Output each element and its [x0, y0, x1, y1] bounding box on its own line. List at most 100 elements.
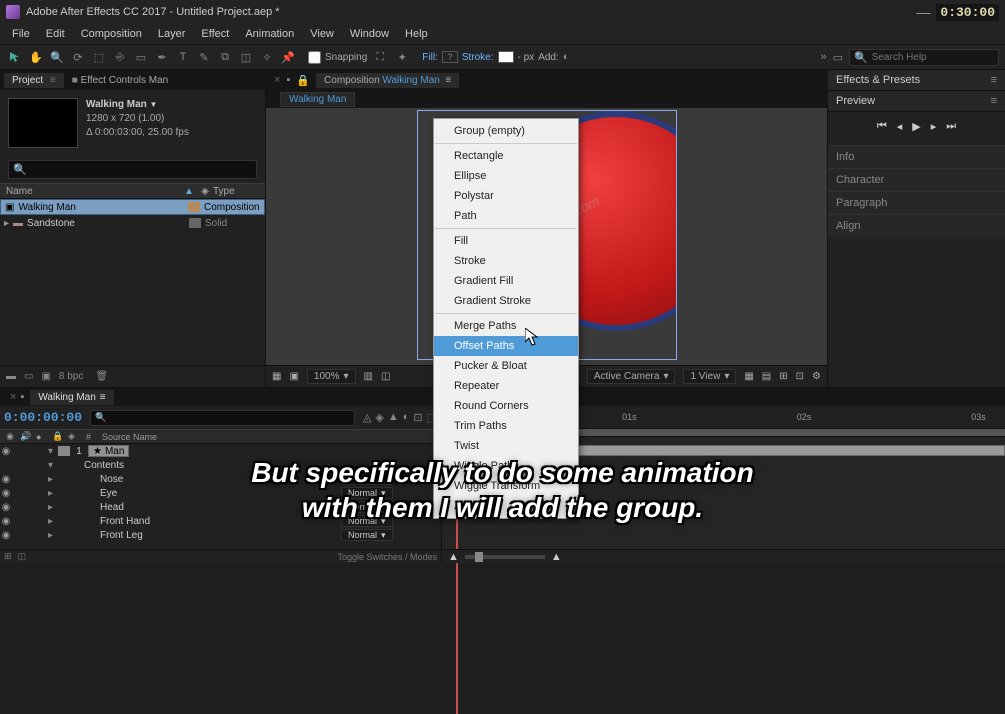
blend-mode-dropdown[interactable]: Normal▾: [341, 529, 393, 541]
project-item-comp[interactable]: ▣ Walking Man Composition: [0, 199, 265, 215]
zoom-dropdown[interactable]: 100%▾: [307, 369, 356, 384]
blend-mode-dropdown[interactable]: Normal▾: [341, 487, 393, 499]
interpret-icon[interactable]: ▬: [6, 371, 16, 382]
cm-twist[interactable]: Twist: [434, 436, 578, 456]
head-row[interactable]: ◉▸HeadNormal▾: [0, 500, 441, 514]
comp-tab[interactable]: Composition Walking Man ≡: [316, 73, 459, 88]
vf2-icon[interactable]: ▤: [762, 371, 771, 382]
current-time[interactable]: 0:00:00:00: [4, 410, 82, 425]
camera-dropdown[interactable]: Active Camera▾: [587, 369, 676, 384]
col-solo-icon[interactable]: ●: [36, 432, 48, 442]
cm-wiggle-paths[interactable]: Wiggle Paths: [434, 456, 578, 476]
zoom-in-icon[interactable]: ▲: [551, 551, 562, 563]
blend-mode-dropdown[interactable]: Normal▾: [341, 473, 393, 485]
mask-icon[interactable]: ◫: [381, 371, 390, 382]
cm-group-empty[interactable]: Group (empty): [434, 121, 578, 141]
search-help-input[interactable]: [872, 52, 994, 63]
bpc-label[interactable]: 8 bpc: [59, 371, 83, 382]
add-button-icon[interactable]: ◐: [563, 51, 570, 63]
minimize-button[interactable]: —: [916, 4, 930, 20]
tl-icon-3[interactable]: ▲: [388, 411, 399, 424]
effects-presets-header[interactable]: Effects & Presets≡: [828, 70, 1005, 91]
contents-row[interactable]: ▾Contents: [0, 458, 441, 472]
tl-close-icon[interactable]: ×: [10, 391, 16, 403]
panel-menu-icon[interactable]: ≡: [991, 95, 997, 107]
view-dropdown[interactable]: 1 View▾: [683, 369, 736, 384]
col-source[interactable]: Source Name: [102, 432, 441, 442]
preview-header[interactable]: Preview≡: [828, 91, 1005, 112]
layer-row[interactable]: ◉ ▾ 1 ★ Man: [0, 444, 441, 458]
eye-row[interactable]: ◉▸EyeNormal▾: [0, 486, 441, 500]
eye-icon[interactable]: ◉: [0, 516, 12, 527]
pen-tool-icon[interactable]: ✒: [153, 48, 171, 66]
menu-composition[interactable]: Composition: [75, 26, 148, 42]
tl-pin-icon[interactable]: ▪: [20, 391, 24, 403]
cm-fill[interactable]: Fill: [434, 231, 578, 251]
effect-controls-tab[interactable]: ■ Effect Controls Man: [64, 73, 176, 88]
menu-view[interactable]: View: [304, 26, 340, 42]
panbehind-tool-icon[interactable]: ⎆: [111, 48, 129, 66]
label-swatch[interactable]: [188, 202, 200, 212]
blend-mode-dropdown[interactable]: Normal▾: [341, 501, 393, 513]
cm-gradient-stroke[interactable]: Gradient Stroke: [434, 291, 578, 311]
col-eye-icon[interactable]: ◉: [4, 431, 16, 442]
blend-mode-dropdown[interactable]: Normal▾: [341, 515, 393, 527]
align-section[interactable]: Align: [828, 214, 1005, 237]
eye-icon[interactable]: ◉: [0, 530, 12, 541]
shape-layer-chip[interactable]: ★ Man: [88, 445, 129, 457]
fill-label[interactable]: Fill:: [422, 52, 438, 63]
eye-icon[interactable]: ◉: [0, 502, 12, 513]
twirl-icon[interactable]: ▾: [48, 446, 56, 457]
snap-opt2-icon[interactable]: ✦: [393, 48, 411, 66]
cm-trim-paths[interactable]: Trim Paths: [434, 416, 578, 436]
next-frame-icon[interactable]: ▸: [931, 120, 937, 133]
col-type[interactable]: Type: [213, 186, 265, 197]
menu-animation[interactable]: Animation: [239, 26, 300, 42]
vf1-icon[interactable]: ▦: [744, 371, 753, 382]
cm-round-corners[interactable]: Round Corners: [434, 396, 578, 416]
character-section[interactable]: Character: [828, 168, 1005, 191]
panel-menu-icon[interactable]: ≡: [50, 75, 56, 86]
paragraph-section[interactable]: Paragraph: [828, 191, 1005, 214]
front-hand-row[interactable]: ◉▸Front HandNormal▾: [0, 514, 441, 528]
selection-tool-icon[interactable]: [6, 48, 24, 66]
stroke-swatch[interactable]: [498, 51, 514, 63]
timeline-search[interactable]: 🔍: [90, 410, 355, 426]
snap-opt1-icon[interactable]: ⛶: [371, 48, 389, 66]
project-search[interactable]: 🔍: [8, 160, 257, 179]
camera-tool-icon[interactable]: ⬚: [90, 48, 108, 66]
cm-polystar[interactable]: Polystar: [434, 186, 578, 206]
delete-icon[interactable]: 🗑: [95, 371, 108, 382]
menu-edit[interactable]: Edit: [40, 26, 71, 42]
vf3-icon[interactable]: ⊞: [779, 371, 787, 382]
label-swatch[interactable]: [189, 218, 201, 228]
col-label-icon[interactable]: ◈: [68, 431, 82, 442]
hand-tool-icon[interactable]: ✋: [27, 48, 45, 66]
menu-layer[interactable]: Layer: [152, 26, 192, 42]
eye-icon[interactable]: ◉: [0, 446, 12, 457]
rotate-tool-icon[interactable]: ⟳: [69, 48, 87, 66]
zoom-slider[interactable]: [465, 555, 545, 559]
grid-icon[interactable]: ▦: [272, 371, 281, 382]
vf4-icon[interactable]: ⊡: [796, 371, 804, 382]
comp-pin-icon[interactable]: ▪: [286, 74, 290, 86]
play-icon[interactable]: ▶: [912, 120, 920, 133]
cm-zig-zag[interactable]: Zig Zag: [434, 496, 578, 516]
tl-icon-2[interactable]: ◈: [375, 411, 383, 424]
cm-offset-paths[interactable]: Offset Paths: [434, 336, 578, 356]
menu-window[interactable]: Window: [344, 26, 395, 42]
label-swatch[interactable]: [58, 446, 70, 456]
lock-icon[interactable]: 🔒: [296, 74, 310, 87]
tl-icon-1[interactable]: ◬: [363, 411, 371, 424]
col-lock-icon[interactable]: 🔒: [52, 431, 64, 442]
col-label-icon[interactable]: ▲: [181, 186, 197, 197]
snapping-checkbox[interactable]: [308, 51, 321, 64]
cm-path[interactable]: Path: [434, 206, 578, 226]
stroke-label[interactable]: Stroke:: [462, 52, 494, 63]
clone-tool-icon[interactable]: ⧉: [216, 48, 234, 66]
eye-icon[interactable]: ◉: [0, 474, 12, 485]
toggle-switches[interactable]: Toggle Switches / Modes: [337, 552, 437, 562]
new-comp-icon[interactable]: ▣: [41, 371, 50, 382]
eye-icon[interactable]: ◉: [0, 488, 12, 499]
col-name[interactable]: Name: [0, 186, 181, 197]
